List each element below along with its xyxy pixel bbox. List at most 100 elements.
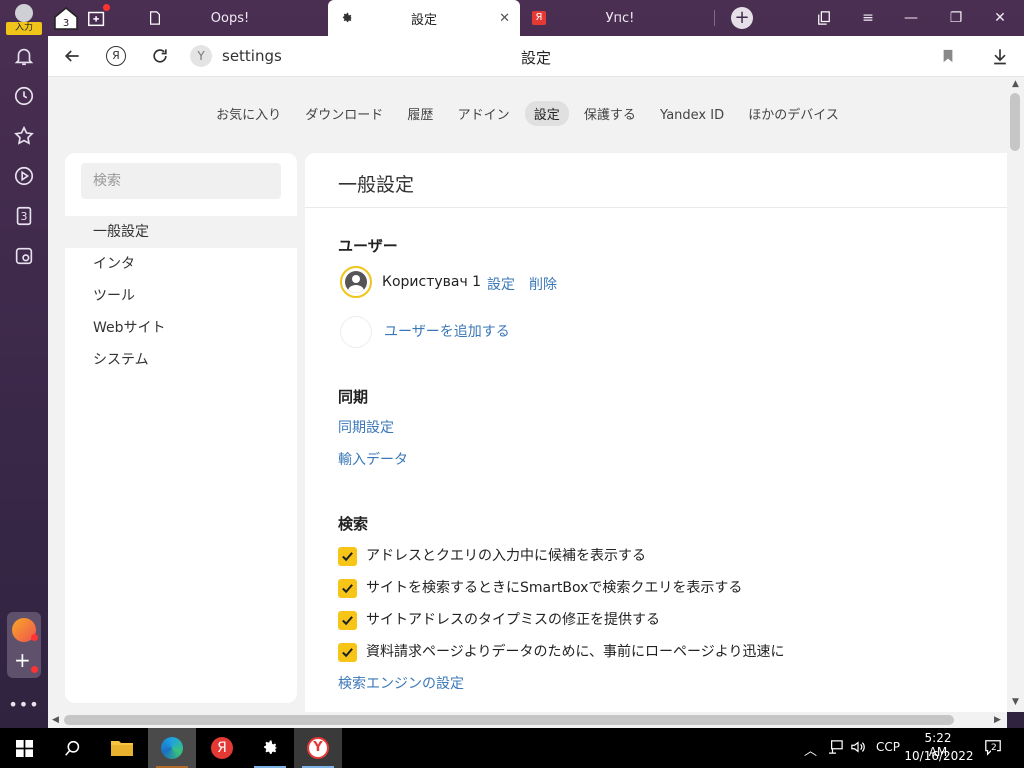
bell-icon[interactable] (10, 42, 38, 70)
nav-favorites[interactable]: お気に入り (207, 101, 290, 126)
tab-title: Упс! (605, 10, 635, 26)
bookmark-icon[interactable] (936, 44, 960, 68)
tab-title: Oops! (210, 10, 250, 26)
home-tab-counter-icon[interactable]: 3 (52, 0, 80, 36)
notifications-icon[interactable]: 2 (984, 738, 1002, 759)
add-user-avatar-icon[interactable] (340, 316, 372, 348)
search-heading: 検索 (338, 515, 369, 533)
new-tab-icon[interactable]: + (730, 6, 754, 30)
profile-avatar-icon (15, 4, 33, 22)
settings-page: お気に入り ダウンロード 履歴 アドイン 設定 保護する Yandex ID ほ… (48, 77, 1007, 712)
notification-dot (31, 666, 38, 673)
tab-title: 設定 (410, 12, 437, 28)
settings-top-nav: お気に入り ダウンロード 履歴 アドイン 設定 保護する Yandex ID ほ… (48, 101, 1007, 129)
tab-settings[interactable]: 設定 ✕ (328, 0, 520, 36)
checkbox-label: 資料請求ページよりデータのために、事前にローページより迅速に (366, 644, 785, 660)
scroll-down-arrow-icon[interactable]: ▼ (1012, 697, 1019, 707)
page-title: 設定 (520, 49, 551, 67)
windows-start-icon[interactable] (0, 728, 48, 768)
screenshot-icon[interactable] (10, 242, 38, 270)
sidebar-item-system[interactable]: システム (65, 344, 297, 376)
nav-addons[interactable]: アドイン (449, 101, 519, 126)
checkbox-suggestions[interactable] (338, 547, 357, 566)
checkbox-preload[interactable] (338, 643, 357, 662)
user-delete-link[interactable]: 削除 (529, 274, 557, 294)
settings-left-panel: 検索 一般設定 インタ ツール Webサイト システム (65, 153, 297, 703)
checkbox-label: サイトを検索するときにSmartBoxで検索クエリを表示する (366, 580, 743, 596)
checkbox-smartbox[interactable] (338, 579, 357, 598)
minimize-icon[interactable]: — (899, 6, 923, 30)
search-engine-settings-link[interactable]: 検索エンジンの設定 (338, 673, 464, 693)
file-explorer-icon[interactable] (98, 728, 146, 768)
download-icon[interactable] (988, 44, 1012, 68)
address-bar: Я Y settings 設定 (48, 36, 1024, 77)
sidebar-item-interface[interactable]: インタ (65, 248, 297, 280)
input-language[interactable]: ССР (876, 740, 900, 754)
tray-chevron-up-icon[interactable]: ︿ (804, 740, 817, 759)
close-window-icon[interactable]: ✕ (988, 6, 1012, 30)
sidebar-item-tools[interactable]: ツール (65, 280, 297, 312)
notification-dot (103, 4, 110, 11)
tab-ups[interactable]: Я Упс! (524, 0, 716, 36)
horizontal-scrollbar[interactable]: ◀ ▶ (48, 712, 1007, 728)
browser-window: 入力 3 + ••• 3 Oops! 設定 ✕ Я Упс! + ≡ — ❐ ✕… (0, 0, 1024, 728)
scroll-left-arrow-icon[interactable]: ◀ (52, 715, 59, 725)
nav-other-devices[interactable]: ほかのデバイス (739, 101, 848, 126)
menu-icon[interactable]: ≡ (856, 6, 880, 30)
nav-security[interactable]: 保護する (575, 101, 645, 126)
scroll-right-arrow-icon[interactable]: ▶ (994, 715, 1001, 725)
notification-dot (31, 634, 38, 641)
clock-date[interactable]: 10/16/2022 (904, 749, 974, 763)
import-data-link[interactable]: 輸入データ (338, 449, 408, 469)
nav-settings[interactable]: 設定 (524, 101, 569, 126)
vertical-scrollbar[interactable]: ▲ ▼ (1007, 77, 1024, 712)
svg-text:3: 3 (63, 18, 69, 29)
restore-icon[interactable]: ❐ (944, 6, 968, 30)
browser-sidebar: 入力 3 + ••• (0, 0, 48, 728)
sidebar-apps-group: + (7, 612, 41, 678)
counter-badge: 3 (20, 209, 28, 223)
checkbox-label: アドレスとクエリの入力中に候補を表示する (366, 548, 646, 564)
checkbox-typo-fix[interactable] (338, 611, 357, 630)
volume-icon[interactable] (850, 740, 866, 757)
scroll-up-arrow-icon[interactable]: ▲ (1012, 79, 1019, 89)
history-icon[interactable] (10, 82, 38, 110)
user-settings-link[interactable]: 設定 (487, 274, 515, 294)
search-icon[interactable] (48, 728, 96, 768)
windows-taskbar: Я Y ︿ ССР 5:22 AM 10/16/2022 2 (0, 728, 1024, 768)
divider (305, 207, 1007, 208)
profile-label: 入力 (6, 22, 42, 35)
yandex-browser-icon[interactable]: Y (294, 728, 342, 768)
play-icon[interactable] (10, 162, 38, 190)
tab-oops[interactable]: Oops! (134, 0, 326, 36)
yandex-app-icon[interactable]: Я (198, 728, 246, 768)
user-avatar[interactable] (340, 266, 372, 298)
sync-settings-link[interactable]: 同期設定 (338, 417, 394, 437)
close-tab-icon[interactable]: ✕ (499, 11, 510, 26)
horizontal-scroll-thumb[interactable] (64, 715, 954, 725)
new-tab-group-icon[interactable] (86, 0, 114, 36)
add-panel-icon[interactable]: + (14, 650, 31, 670)
tabs-collection-icon[interactable] (812, 6, 836, 30)
checkbox-label: サイトアドレスのタイプミスの修正を提供する (366, 612, 660, 628)
nav-history[interactable]: 履歴 (398, 101, 442, 126)
notifications-count: 2 (991, 743, 997, 753)
network-icon[interactable] (828, 740, 844, 757)
profile-button[interactable]: 入力 (6, 4, 42, 35)
add-user-link[interactable]: ユーザーを追加する (384, 321, 510, 341)
nav-downloads[interactable]: ダウンロード (296, 101, 392, 126)
users-heading: ユーザー (338, 237, 398, 255)
settings-gear-icon[interactable] (246, 728, 294, 768)
section-title: 一般設定 (338, 174, 415, 196)
star-icon[interactable] (10, 122, 38, 150)
edge-icon[interactable] (148, 728, 196, 768)
counter-badge-icon[interactable]: 3 (10, 202, 38, 230)
settings-search-input[interactable]: 検索 (81, 163, 281, 199)
tab-strip: 3 Oops! 設定 ✕ Я Упс! + ≡ — ❐ ✕ (48, 0, 1024, 36)
sidebar-item-websites[interactable]: Webサイト (65, 312, 297, 344)
vertical-scroll-thumb[interactable] (1010, 93, 1020, 151)
nav-yandex-id[interactable]: Yandex ID (651, 105, 733, 126)
more-icon[interactable]: ••• (8, 690, 38, 718)
sync-heading: 同期 (338, 388, 369, 406)
sidebar-item-general[interactable]: 一般設定 (65, 216, 297, 248)
